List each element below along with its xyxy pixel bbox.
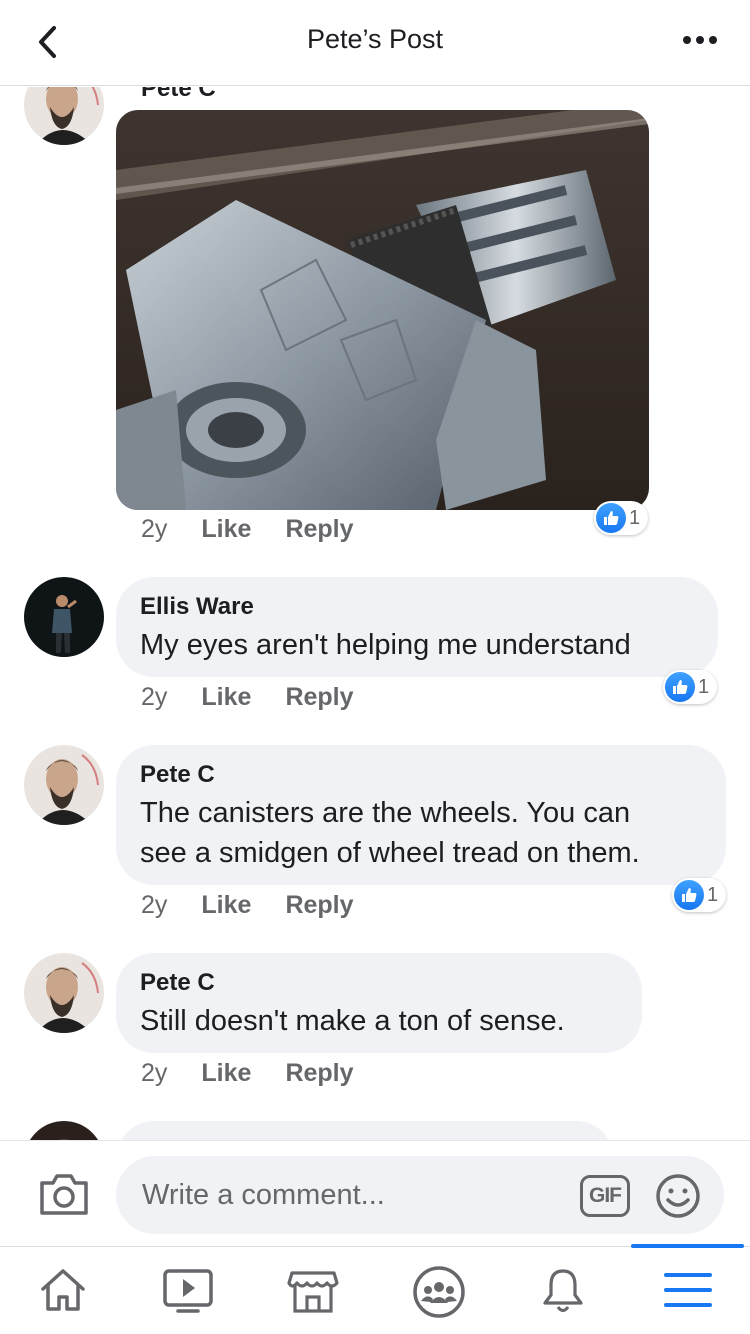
avatar-next-comment[interactable] (24, 1121, 104, 1140)
notifications-icon (543, 1269, 583, 1313)
menu-icon (664, 1273, 712, 1307)
reply-link[interactable]: Reply (285, 683, 353, 712)
comment-author[interactable]: Pete C (140, 761, 215, 789)
comment-bubble[interactable]: Ellis Ware My eyes aren't helping me und… (116, 577, 718, 677)
tab-marketplace[interactable] (250, 1247, 375, 1334)
reaction-count: 1 (698, 675, 710, 698)
comment-meta: 2y Like Reply (141, 891, 354, 920)
watch-icon (163, 1269, 213, 1313)
tab-watch[interactable] (125, 1247, 250, 1334)
comment-text-line-2: see a smidgen of wheel tread on them. (140, 837, 640, 869)
comment-bubble[interactable]: Pete C The canisters are the wheels. You… (116, 745, 726, 885)
comment-author[interactable]: Ellis Ware (140, 593, 254, 621)
reaction-badge[interactable]: 1 (594, 501, 649, 535)
more-options-icon[interactable] (680, 28, 720, 52)
top-bar: Pete’s Post (0, 0, 750, 86)
avatar-ellis-ware[interactable] (24, 577, 104, 657)
like-link[interactable]: Like (201, 515, 251, 544)
reaction-badge[interactable]: 1 (672, 878, 727, 912)
reply-link[interactable]: Reply (285, 515, 353, 544)
like-link[interactable]: Like (201, 1059, 251, 1088)
like-link[interactable]: Like (201, 891, 251, 920)
page-title: Pete’s Post (306, 24, 444, 54)
comment-input[interactable] (116, 1156, 724, 1234)
like-link[interactable]: Like (201, 683, 251, 712)
tab-groups[interactable] (375, 1247, 500, 1334)
comments-list: Pete C 2y Like Reply 1 Ellis Ware My eye… (0, 87, 750, 1140)
comment-text: My eyes aren't helping me understand (140, 629, 631, 661)
comment-time: 2y (141, 515, 168, 543)
comment-photo[interactable] (116, 110, 649, 510)
thumbs-up-icon (674, 880, 704, 910)
reply-link[interactable]: Reply (285, 1059, 353, 1088)
reaction-count: 1 (629, 506, 641, 529)
tab-home[interactable] (0, 1247, 125, 1334)
comment-author[interactable]: Pete C (141, 87, 216, 103)
emoji-icon[interactable] (655, 1173, 701, 1219)
home-icon (41, 1269, 85, 1311)
reply-link[interactable]: Reply (285, 891, 353, 920)
comment-text-line-1: The canisters are the wheels. You can (140, 797, 631, 829)
comment-meta: 2y Like Reply (141, 1059, 354, 1088)
groups-icon (413, 1266, 465, 1318)
camera-icon[interactable] (38, 1171, 90, 1217)
comment-meta: 2y Like Reply (141, 515, 354, 544)
reaction-badge[interactable]: 1 (663, 670, 718, 704)
comment-meta: 2y Like Reply (141, 683, 354, 712)
thumbs-up-icon (596, 503, 626, 533)
comment-composer: GIF (0, 1140, 750, 1246)
tab-menu[interactable] (625, 1244, 750, 1334)
avatar-pete-c[interactable] (24, 953, 104, 1033)
reaction-count: 1 (707, 883, 719, 906)
comment-bubble[interactable]: Pete C Still doesn't make a ton of sense… (116, 953, 642, 1053)
tab-notifications[interactable] (500, 1247, 625, 1334)
comment-time: 2y (141, 891, 168, 919)
avatar-pete-c[interactable] (24, 87, 104, 145)
thumbs-up-icon (665, 672, 695, 702)
avatar-pete-c[interactable] (24, 745, 104, 825)
marketplace-icon (287, 1271, 339, 1313)
gif-button[interactable]: GIF (580, 1175, 630, 1217)
comment-text: Still doesn't make a ton of sense. (140, 1005, 565, 1037)
comment-bubble-next[interactable] (116, 1121, 614, 1140)
bottom-tab-bar (0, 1244, 750, 1334)
comment-time: 2y (141, 1059, 168, 1087)
comment-author[interactable]: Pete C (140, 969, 215, 997)
comment-time: 2y (141, 683, 168, 711)
